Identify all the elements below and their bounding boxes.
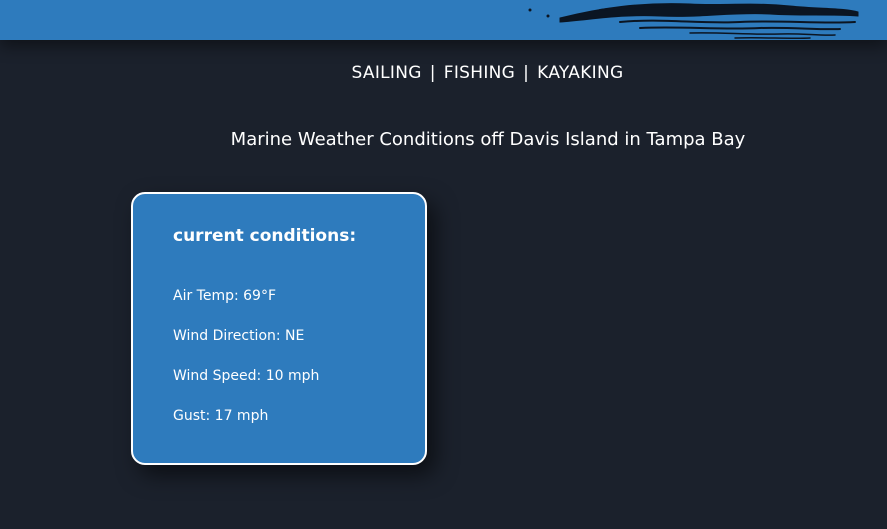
header-banner: [0, 0, 887, 40]
page-headline: Marine Weather Conditions off Davis Isla…: [230, 129, 746, 150]
current-conditions-card: current conditions: Air Temp: 69°F Wind …: [131, 192, 427, 465]
nav-separator: |: [523, 63, 530, 83]
air-temp-value: Air Temp: 69°F: [173, 288, 277, 304]
wind-direction-value: Wind Direction: NE: [173, 328, 305, 344]
wind-speed-value: Wind Speed: 10 mph: [173, 368, 320, 384]
activity-nav: SAILING | FISHING | KAYAKING: [0, 63, 887, 83]
card-title: current conditions:: [173, 226, 357, 246]
nav-item-sailing[interactable]: SAILING: [352, 63, 422, 83]
water-wave-illustration: [528, 3, 859, 40]
nav-separator: |: [429, 63, 436, 83]
gust-value: Gust: 17 mph: [173, 408, 269, 424]
nav-item-kayaking[interactable]: KAYAKING: [537, 63, 623, 83]
nav-item-fishing[interactable]: FISHING: [444, 63, 515, 83]
